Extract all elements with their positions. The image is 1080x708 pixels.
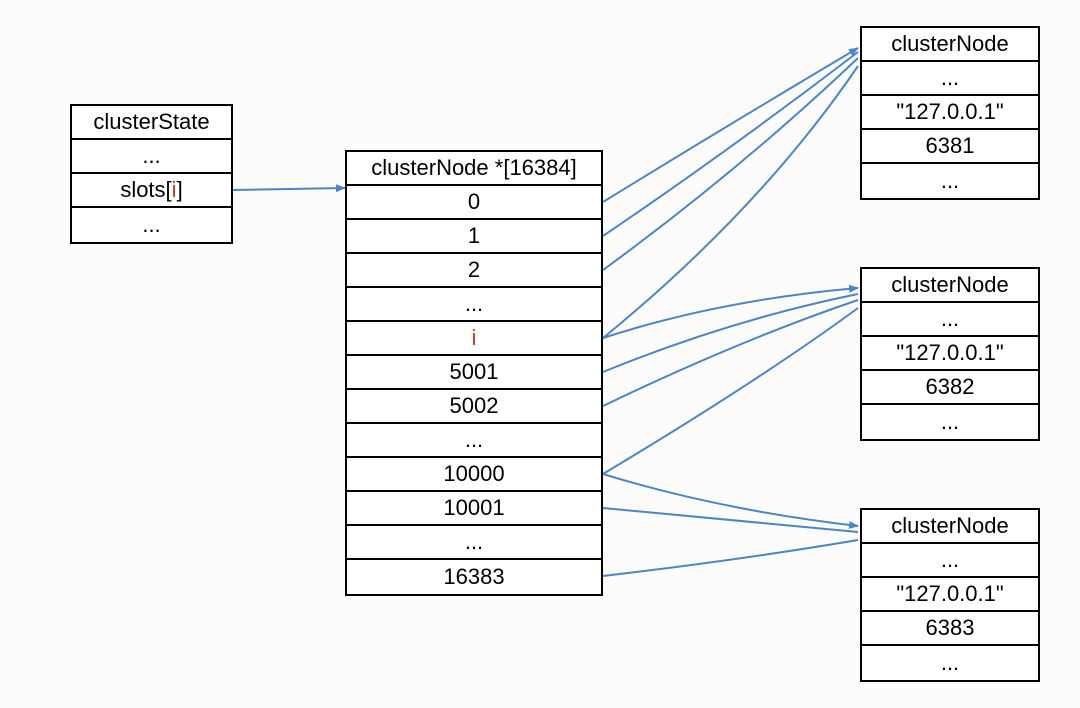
cluster-node-box-2: clusterNode ... "127.0.0.1" 6383 ... (860, 508, 1040, 682)
cluster-node-box-0: clusterNode ... "127.0.0.1" 6381 ... (860, 26, 1040, 200)
cluster-state-row-ellipsis1: ... (72, 140, 231, 174)
slot-10000: 10000 (347, 458, 601, 492)
cluster-node-title-2: clusterNode (862, 510, 1038, 544)
slot-1: 1 (347, 220, 601, 254)
node1-ip: "127.0.0.1" (862, 337, 1038, 371)
slot-5001: 5001 (347, 356, 601, 390)
node2-row0: ... (862, 544, 1038, 578)
cluster-node-title-0: clusterNode (862, 28, 1038, 62)
slot-ell3: ... (347, 526, 601, 560)
slot-16383: 16383 (347, 560, 601, 594)
node0-ip: "127.0.0.1" (862, 96, 1038, 130)
cluster-node-box-1: clusterNode ... "127.0.0.1" 6382 ... (860, 267, 1040, 441)
slots-array-title: clusterNode *[16384] (347, 152, 601, 186)
slot-2: 2 (347, 254, 601, 288)
node2-ip: "127.0.0.1" (862, 578, 1038, 612)
node2-row3: ... (862, 646, 1038, 680)
cluster-state-title: clusterState (72, 106, 231, 140)
node1-row0: ... (862, 303, 1038, 337)
slots-label: slots[ (120, 177, 171, 203)
node1-row3: ... (862, 405, 1038, 439)
node0-row3: ... (862, 164, 1038, 198)
node0-port: 6381 (862, 130, 1038, 164)
slots-array-box: clusterNode *[16384] 0 1 2 ... i 5001 50… (345, 150, 603, 596)
cluster-state-row-slots: slots[i] (72, 174, 231, 208)
cluster-state-box: clusterState ... slots[i] ... (70, 104, 233, 244)
slot-10001: 10001 (347, 492, 601, 526)
slot-i: i (347, 322, 601, 356)
node1-port: 6382 (862, 371, 1038, 405)
node0-row0: ... (862, 62, 1038, 96)
cluster-state-row-ellipsis2: ... (72, 208, 231, 242)
slot-5002: 5002 (347, 390, 601, 424)
slot-0: 0 (347, 186, 601, 220)
slots-close-bracket: ] (177, 177, 183, 203)
cluster-node-title-1: clusterNode (862, 269, 1038, 303)
node2-port: 6383 (862, 612, 1038, 646)
slot-ell2: ... (347, 424, 601, 458)
slot-ell1: ... (347, 288, 601, 322)
